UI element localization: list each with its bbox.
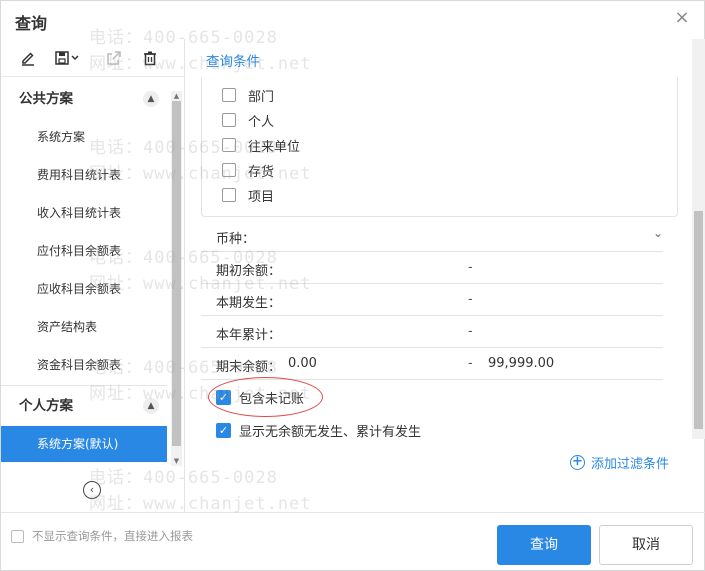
range-dash: - [468,356,473,371]
public-scheme-header[interactable]: 公共方案 ▲ [1,81,171,117]
scheme-item[interactable]: 收入科目统计表 [1,195,167,231]
chevron-down-icon[interactable]: ⌄ [653,226,663,240]
show-no-balance-label: 显示无余额无发生、累计有发生 [239,424,422,440]
collapse-icon[interactable]: ▲ [143,398,159,414]
year-total-label: 本年累计： [216,328,282,343]
checked-checkbox[interactable]: ✓ [216,389,231,405]
cancel-button[interactable]: 取消 [599,525,693,565]
opening-balance-row[interactable]: 期初余额： - [201,252,663,284]
scheme-item[interactable]: 应付科目余额表 [1,233,167,269]
edit-icon[interactable] [17,47,39,69]
year-total-row[interactable]: 本年累计： - [201,316,663,348]
delete-icon[interactable] [139,47,161,69]
dimension-option[interactable]: 项目 [222,185,274,205]
scheme-item-selected[interactable]: 系统方案(默认) [1,426,167,462]
scheme-scrollbar[interactable]: ▲ ▼ [171,91,182,466]
scroll-thumb[interactable] [694,211,703,429]
dimension-label: 个人 [248,114,275,130]
closing-balance-row[interactable]: 期末余额： 0.00 - 99,999.00 [201,348,663,380]
closing-to-input[interactable]: 99,999.00 [488,356,554,371]
currency-select[interactable]: 币种： ⌄ [201,220,663,252]
back-icon[interactable]: ‹ [83,481,101,499]
dimension-option[interactable]: 部门 [222,85,274,105]
close-icon[interactable]: × [672,7,692,29]
range-dash: - [468,292,473,307]
add-filter-label: 添加过滤条件 [591,457,670,472]
range-dash: - [468,324,473,339]
opening-balance-label: 期初余额： [216,264,282,279]
include-unposted-label: 包含未记账 [239,391,305,407]
scheme-toolbar [1,39,185,77]
currency-label: 币种： [216,232,256,247]
save-icon[interactable] [53,47,83,69]
query-dialog: 查询 × 公共方案 ▲ 系统方案 费用科目统计表 收入科目统计表 应付科目余额表… [0,0,705,571]
skip-conditions-option[interactable]: 不显示查询条件，直接进入报表 [11,528,193,544]
dimension-option[interactable]: 个人 [222,110,274,130]
dialog-title: 查询 [15,14,48,33]
condition-panel: 查询条件 部门 个人 往来单位 存货 项目 币种： ⌄ 期初余额： - 本期发生… [186,39,705,512]
scheme-item[interactable]: 费用科目统计表 [1,157,167,193]
dimension-option[interactable]: 存货 [222,160,274,180]
query-button[interactable]: 查询 [497,525,591,565]
add-filter-button[interactable]: + 添加过滤条件 [570,453,669,472]
range-dash: - [468,260,473,275]
condition-title: 查询条件 [206,54,260,70]
dimension-option[interactable]: 往来单位 [222,135,300,155]
skip-conditions-label: 不显示查询条件，直接进入报表 [32,529,193,543]
personal-scheme-header[interactable]: 个人方案 ▲ [1,388,171,424]
checked-checkbox[interactable]: ✓ [216,422,231,438]
condition-scrollbar[interactable] [692,39,705,439]
collapse-icon[interactable]: ▲ [143,91,159,107]
checkbox[interactable] [222,138,236,152]
personal-scheme-title: 个人方案 [19,398,73,414]
dimension-label: 往来单位 [248,139,301,155]
current-period-row[interactable]: 本期发生： - [201,284,663,316]
dimension-label: 存货 [248,164,275,180]
closing-from-input[interactable]: 0.00 [288,356,317,371]
scheme-item[interactable]: 资产结构表 [1,309,167,345]
checkbox[interactable] [222,163,236,177]
export-icon[interactable] [103,47,125,69]
scheme-panel: 公共方案 ▲ 系统方案 费用科目统计表 收入科目统计表 应付科目余额表 应收科目… [1,39,185,512]
dimension-box: 部门 个人 往来单位 存货 项目 [201,77,678,217]
checkbox[interactable] [222,113,236,127]
current-period-label: 本期发生： [216,296,282,311]
dimension-label: 项目 [248,189,275,205]
checkbox[interactable] [222,88,236,102]
scroll-up-icon[interactable]: ▲ [171,91,182,101]
scroll-down-icon[interactable]: ▼ [171,456,182,466]
scheme-list: 公共方案 ▲ 系统方案 费用科目统计表 收入科目统计表 应付科目余额表 应收科目… [1,81,171,501]
group-divider [1,385,167,386]
public-scheme-title: 公共方案 [19,91,73,107]
scroll-thumb[interactable] [172,101,181,446]
dimension-label: 部门 [248,89,275,105]
closing-balance-label: 期末余额： [216,360,282,375]
dialog-footer: 不显示查询条件，直接进入报表 查询 取消 [1,512,705,571]
include-unposted-option[interactable]: ✓ 包含未记账 [216,387,304,407]
scheme-item[interactable]: 资金科目余额表 [1,347,167,383]
checkbox[interactable] [222,188,236,202]
plus-circle-icon: + [570,455,585,470]
checkbox[interactable] [11,529,24,543]
scheme-item[interactable]: 系统方案 [1,119,167,155]
scheme-item[interactable]: 应收科目余额表 [1,271,167,307]
show-no-balance-option[interactable]: ✓ 显示无余额无发生、累计有发生 [216,420,421,440]
